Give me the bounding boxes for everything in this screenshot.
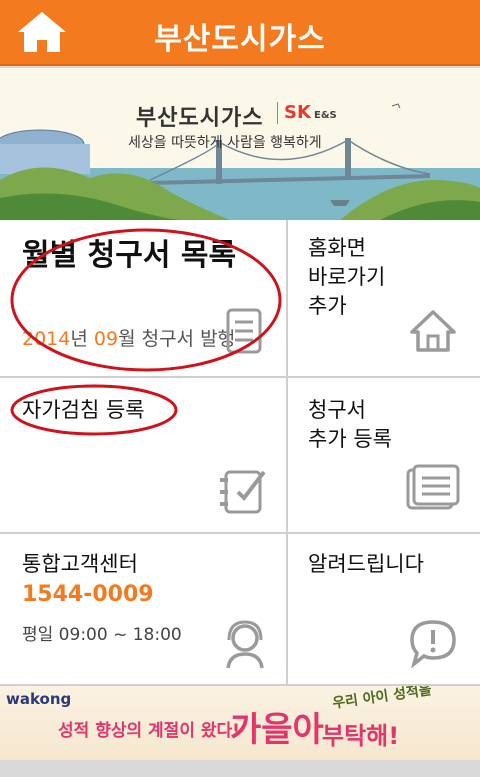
app-header: 부산도시가스	[0, 0, 480, 66]
speech-exclamation-icon	[410, 620, 456, 668]
monthly-bills-title: 월별 청구서 목록	[22, 238, 237, 273]
bottom-spacer	[0, 760, 480, 777]
bill-year: 2014	[22, 328, 71, 350]
home-shortcut-title: 홈화면 바로가기 추가	[308, 234, 385, 321]
house-icon	[410, 310, 456, 352]
ad-text: 성적 향상의 계절이 왔다!	[58, 721, 240, 741]
bill-add-tile[interactable]: 청구서 추가 등록	[288, 378, 480, 532]
banner-slogan: 세상을 따뜻하게 사람을 행복하게	[128, 135, 322, 151]
call-center-phone[interactable]: 1544-0009	[22, 582, 154, 607]
banner-divider	[277, 102, 278, 124]
promo-banner: 부산도시가스 SK E&S 세상을 따뜻하게 사람을 행복하게	[0, 68, 480, 220]
sk-logo: SK	[284, 102, 311, 123]
call-center-hours: 평일 09:00 ~ 18:00	[22, 625, 182, 645]
banner-company-name: 부산도시가스	[136, 106, 264, 131]
self-reading-tile[interactable]: 자가검침 등록	[0, 378, 286, 532]
home-shortcut-tile[interactable]: 홈화면 바로가기 추가	[288, 222, 480, 376]
checklist-icon	[220, 470, 266, 514]
bill-add-line2: 추가 등록	[308, 427, 392, 451]
ad-brand-logo: wakong	[6, 690, 72, 708]
call-center-tile[interactable]: 통합고객센터 1544-0009 평일 09:00 ~ 18:00	[0, 534, 286, 684]
self-reading-title: 자가검침 등록	[22, 398, 145, 422]
headset-agent-icon	[226, 620, 264, 669]
ad-headline2: 부탁해!	[322, 722, 400, 750]
bill-list-icon	[226, 308, 262, 354]
ad-banner[interactable]: wakong 성적 향상의 계절이 왔다! 우리 아이 성적을 가을아 부탁해!	[0, 686, 480, 760]
documents-icon	[406, 464, 460, 510]
monthly-bills-tile[interactable]: 월별 청구서 목록 2014년 09월 청구서 발행	[0, 222, 286, 376]
sk-logo-sub: E&S	[314, 110, 337, 121]
home-shortcut-line3: 추가	[308, 294, 347, 318]
bill-month-suffix: 월 청구서 발행	[118, 328, 236, 350]
bill-year-suffix: 년	[70, 328, 94, 350]
notice-tile[interactable]: 알려드립니다	[288, 534, 480, 684]
notice-title: 알려드립니다	[308, 552, 424, 576]
ad-headline: 가을아	[230, 710, 324, 750]
call-center-title: 통합고객센터	[22, 552, 138, 576]
ad-handwritten: 우리 아이 성적을	[331, 686, 433, 712]
app-title: 부산도시가스	[154, 22, 326, 57]
home-shortcut-line1: 홈화면	[308, 236, 366, 260]
home-shortcut-line2: 바로가기	[308, 265, 386, 289]
bill-add-line1: 청구서	[308, 398, 366, 422]
bill-add-title: 청구서 추가 등록	[308, 396, 392, 454]
bill-month: 09	[93, 328, 119, 350]
